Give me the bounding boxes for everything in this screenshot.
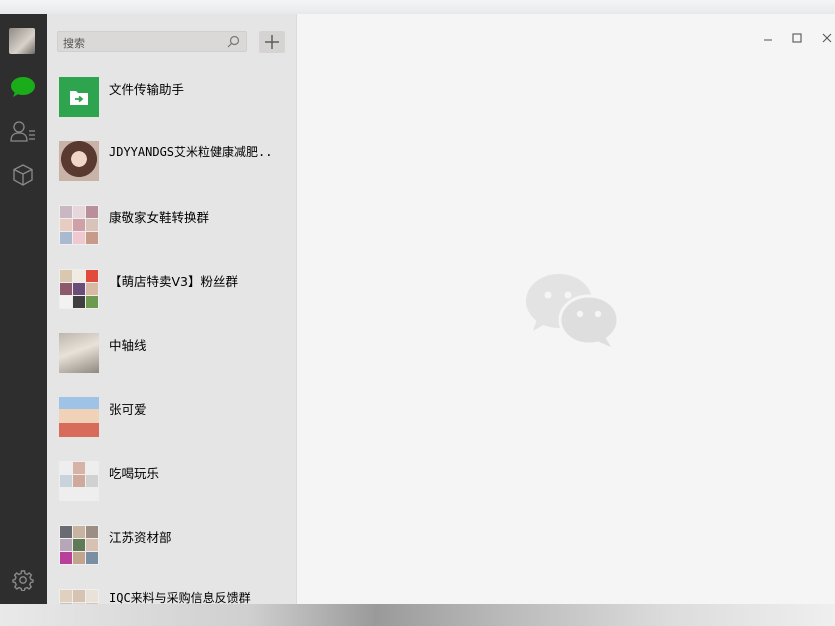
nav-sidebar xyxy=(0,14,47,604)
nav-favorites-button[interactable] xyxy=(9,161,37,189)
conversation-item[interactable]: IQC来料与采购信息反馈群 xyxy=(47,577,296,604)
group-avatar xyxy=(59,589,99,604)
group-avatar xyxy=(59,269,99,309)
search-box[interactable] xyxy=(57,31,247,53)
close-icon xyxy=(822,33,832,43)
minimize-icon xyxy=(764,39,772,41)
conversation-list-pane: 文件传输助手 JDYYANDGS艾米粒健康减肥.. 康敬家女鞋转换群 【萌店特卖… xyxy=(47,14,297,604)
conversation-item[interactable]: 中轴线 xyxy=(47,321,296,385)
conversation-item[interactable]: JDYYANDGS艾米粒健康减肥.. xyxy=(47,129,296,193)
chat-main-pane xyxy=(297,14,835,604)
add-chat-button[interactable] xyxy=(259,31,285,53)
contact-avatar xyxy=(59,141,99,181)
conversation-name: 康敬家女鞋转换群 xyxy=(109,210,210,225)
nav-chat-button[interactable] xyxy=(9,73,37,101)
desktop-background-bottom xyxy=(0,604,835,626)
search-icon[interactable] xyxy=(227,35,240,48)
close-button[interactable] xyxy=(817,30,835,46)
contacts-icon xyxy=(10,121,35,142)
nav-contacts-button[interactable] xyxy=(9,117,37,145)
maximize-button[interactable] xyxy=(787,30,807,46)
conversation-name: 中轴线 xyxy=(109,338,147,353)
conversation-name: 江苏资材部 xyxy=(109,530,172,545)
group-avatar xyxy=(59,461,99,501)
file-transfer-avatar xyxy=(59,77,99,117)
plus-icon xyxy=(265,35,279,49)
user-avatar[interactable] xyxy=(9,28,35,54)
contact-avatar xyxy=(59,397,99,437)
nav-settings-button[interactable] xyxy=(9,566,37,594)
contact-avatar xyxy=(59,333,99,373)
favorites-icon xyxy=(13,164,33,186)
conversation-name: IQC来料与采购信息反馈群 xyxy=(109,591,251,604)
group-avatar xyxy=(59,205,99,245)
maximize-icon xyxy=(792,33,802,43)
conversation-item[interactable]: 康敬家女鞋转换群 xyxy=(47,193,296,257)
conversation-item[interactable]: 吃喝玩乐 xyxy=(47,449,296,513)
settings-icon xyxy=(12,570,34,591)
conversation-item[interactable]: 张可爱 xyxy=(47,385,296,449)
conversation-item[interactable]: 文件传输助手 xyxy=(47,65,296,129)
conversation-item[interactable]: 江苏资材部 xyxy=(47,513,296,577)
group-avatar xyxy=(59,525,99,565)
conversation-name: JDYYANDGS艾米粒健康减肥.. xyxy=(109,145,273,159)
wechat-logo-watermark-icon xyxy=(526,274,620,347)
desktop-background-top xyxy=(0,0,835,14)
file-transfer-icon xyxy=(70,90,88,105)
search-input[interactable] xyxy=(58,34,223,53)
minimize-button[interactable] xyxy=(758,30,778,46)
conversation-name: 【萌店特卖V3】粉丝群 xyxy=(109,274,239,289)
conversation-name: 文件传输助手 xyxy=(109,82,185,97)
conversation-item[interactable]: 【萌店特卖V3】粉丝群 xyxy=(47,257,296,321)
conversation-name: 张可爱 xyxy=(109,402,147,417)
wechat-window: 文件传输助手 JDYYANDGS艾米粒健康减肥.. 康敬家女鞋转换群 【萌店特卖… xyxy=(0,14,835,604)
chat-icon xyxy=(11,77,35,97)
conversation-name: 吃喝玩乐 xyxy=(109,466,160,481)
